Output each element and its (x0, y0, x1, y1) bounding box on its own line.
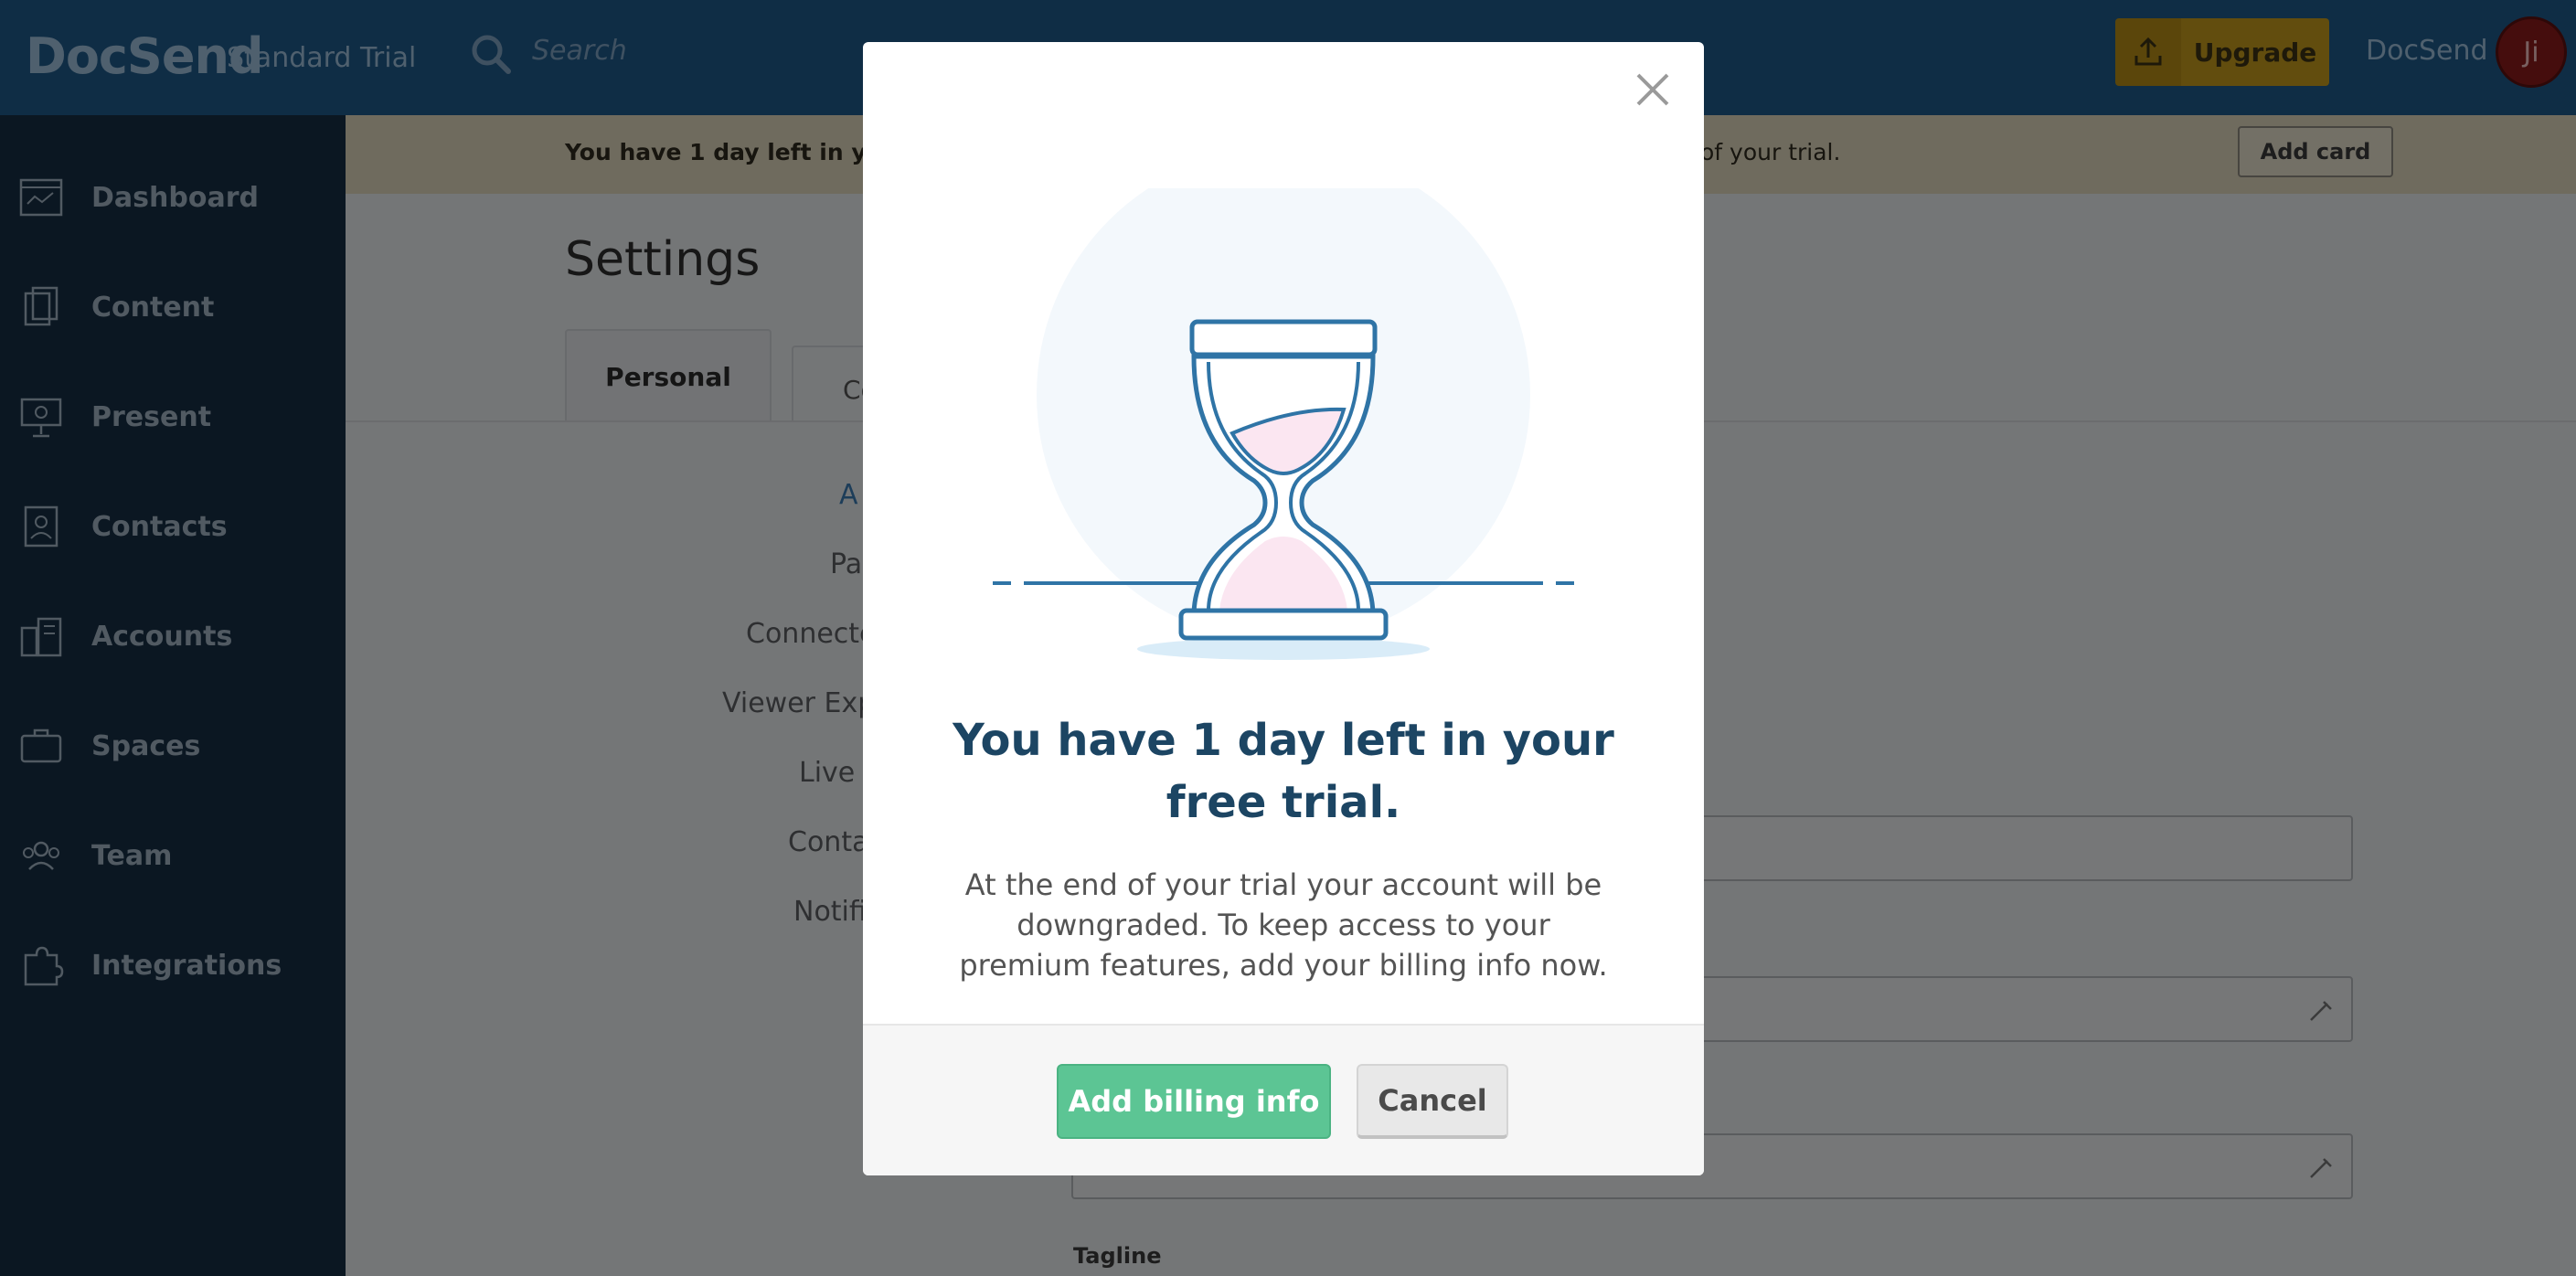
hourglass-icon (993, 188, 1574, 660)
add-billing-info-button[interactable]: Add billing info (1057, 1064, 1331, 1139)
close-icon (1636, 73, 1669, 106)
close-button[interactable] (1627, 64, 1678, 115)
modal-body-text: At the end of your trial your account wi… (959, 867, 1608, 983)
modal-title: You have 1 day left in your free trial. (953, 715, 1614, 828)
modal-footer: Add billing info Cancel (863, 1024, 1704, 1175)
trial-expiry-modal: You have 1 day left in your free trial. … (863, 42, 1704, 1175)
cancel-button[interactable]: Cancel (1357, 1064, 1508, 1139)
